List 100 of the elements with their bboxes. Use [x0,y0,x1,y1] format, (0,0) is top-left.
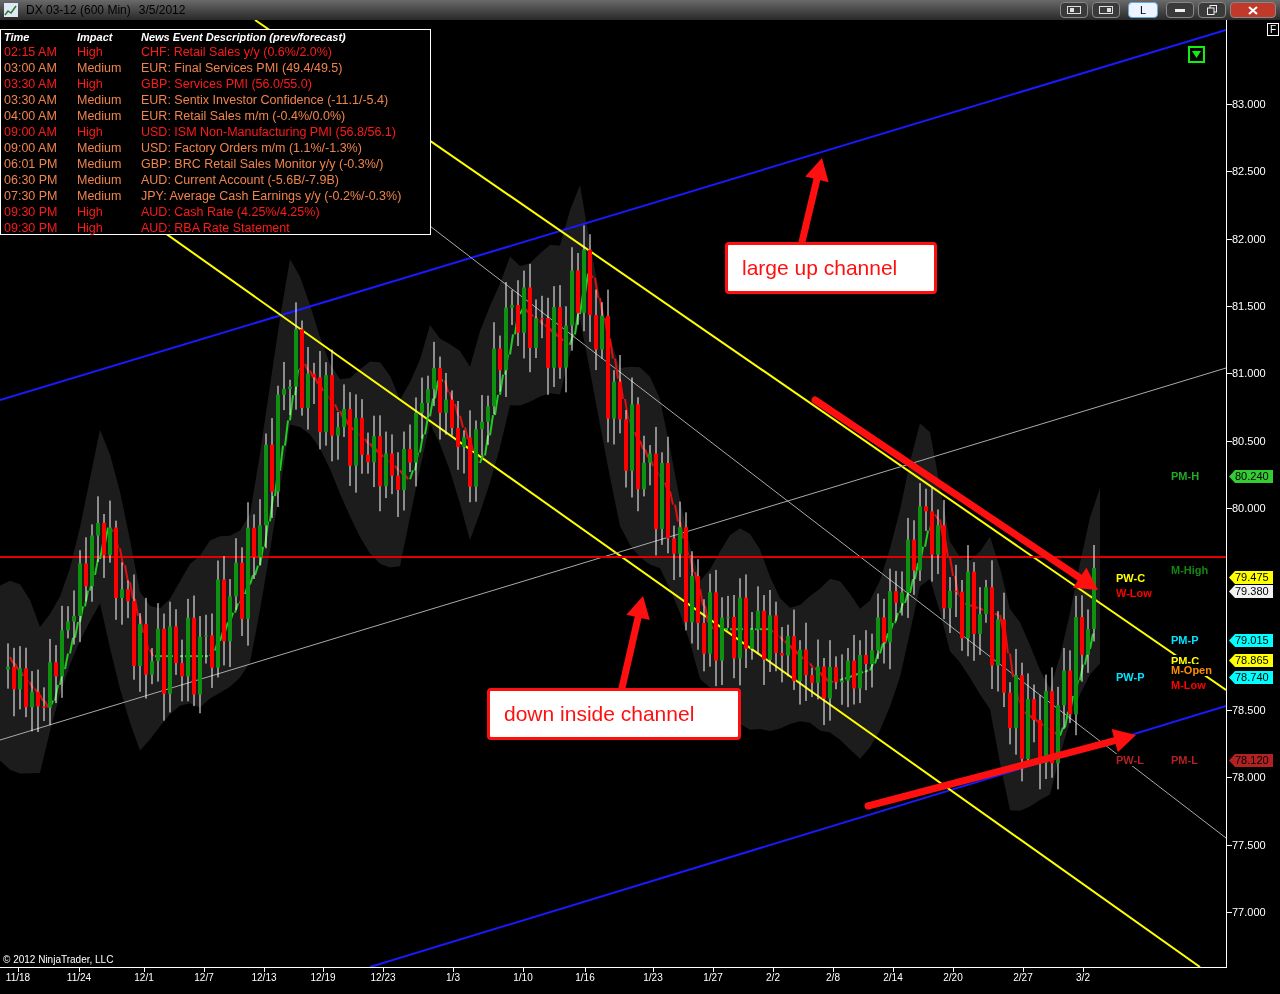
table-cell: EUR: Final Services PMI (49.4/49.5) [141,60,343,76]
table-cell-text: Medium [77,156,123,172]
table-cell-text: 03:00 AM [4,60,58,76]
chart-app-icon [4,3,18,17]
table-cell: AUD: RBA Rate Statement [141,220,290,236]
maximize-button[interactable] [1198,2,1226,18]
sell-signal-icon [1188,46,1205,63]
table-cell-text: 09:00 AM [4,124,58,140]
date-axis-label: 1/23 [643,972,663,984]
date-axis-label: 11/24 [66,972,92,984]
link-window-button[interactable] [1092,2,1120,18]
price-axis-label: 78.000 [1232,771,1266,783]
table-cell: GBP: BRC Retail Sales Monitor y/y (-0.3%/) [141,156,384,172]
price-axis-label: 83.000 [1232,98,1266,110]
table-cell: USD: ISM Non-Manufacturing PMI (56.8/56.1) [141,124,396,140]
window-layout-icon [1067,6,1081,14]
axis-mode-button[interactable]: F [1267,23,1279,36]
price-axis-label: 80.500 [1232,435,1266,447]
table-cell: AUD: Cash Rate (4.25%/4.25%) [141,204,320,220]
date-axis-label: 2/2 [766,972,780,984]
close-button[interactable] [1230,2,1276,18]
price-tag: 78.740 [1229,671,1273,684]
table-cell: EUR: Retail Sales m/m (-0.4%/0.0%) [141,108,346,124]
price-tag: 79.475 [1229,571,1273,584]
window-title: DX 03-12 (600 Min) [26,2,131,19]
date-axis-label: 2/14 [883,972,903,984]
table-cell-text: 07:30 PM [4,188,59,204]
price-axis-label: 81.000 [1232,367,1266,379]
date-axis-label: 2/20 [943,972,963,984]
price-tag: 80.240 [1229,470,1273,483]
window-layout-icon [1099,6,1113,14]
table-cell-text: Medium [77,60,123,76]
minimize-button[interactable] [1166,2,1194,18]
table-cell-text: Medium [77,188,123,204]
date-axis-label: 12/1 [134,972,154,984]
minimize-icon [1175,8,1185,12]
date-axis-label: 2/8 [826,972,840,984]
date-axis-label: 1/16 [575,972,595,984]
level-label: PW-P [1116,671,1145,683]
table-cell-text: 04:00 AM [4,108,58,124]
table-cell: CHF: Retail Sales y/y (0.6%/2.0%) [141,44,333,60]
price-axis-label: 77.000 [1232,906,1266,918]
table-cell: EUR: Sentix Investor Confidence (-11.1/-5.4) [141,92,389,108]
table-cell-text: Medium [77,140,123,156]
table-cell-text: High [77,124,104,140]
table-cell-text: High [77,76,104,92]
table-cell-text: High [77,220,104,236]
date-axis-label: 3/2 [1076,972,1090,984]
table-cell-text: 03:30 AM [4,92,58,108]
table-cell-text: 06:30 PM [4,172,59,188]
window-date: 3/5/2012 [138,2,186,19]
table-cell: GBP: Services PMI (56.0/55.0) [141,76,312,92]
mode-button[interactable]: L [1128,2,1158,18]
price-tag: 79.380 [1229,585,1273,598]
price-tag: 79.015 [1229,634,1273,647]
table-cell-text: 09:00 AM [4,140,58,156]
column-header: News Event Description (prev/forecast) [141,31,346,44]
table-cell-text: Medium [77,172,123,188]
date-axis-label: 12/7 [194,972,214,984]
price-axis-label: 81.500 [1232,300,1266,312]
price-axis-label: 80.000 [1232,502,1266,514]
date-axis-label: 11/18 [5,972,31,984]
annotation-box: down inside channel [487,688,741,740]
date-axis-label: 2/27 [1013,972,1033,984]
close-icon [1248,5,1258,15]
table-cell: JPY: Average Cash Earnings y/y (-0.2%/-0.3%) [141,188,402,204]
date-axis-label: 1/3 [446,972,460,984]
table-cell-text: Medium [77,108,123,124]
level-label: PW-C [1116,572,1146,584]
level-label: M-Low [1171,679,1206,691]
price-axis-label: 82.500 [1232,165,1266,177]
level-label: W-Low [1116,587,1152,599]
date-axis-label: 1/10 [513,972,533,984]
level-label: M-High [1171,564,1209,576]
price-axis-label: 82.000 [1232,233,1266,245]
price-tag: 78.865 [1229,654,1273,667]
table-cell-text: 09:30 PM [4,204,59,220]
price-tag: 78.120 [1229,754,1273,767]
date-axis-label: 12/23 [370,972,396,984]
table-cell-text: 06:01 PM [4,156,59,172]
column-header: Time [4,31,31,44]
tile-window-button[interactable] [1060,2,1088,18]
level-label: M-Open [1171,664,1212,676]
level-label: PW-L [1116,754,1144,766]
level-label: PM-H [1171,470,1200,482]
table-cell-text: 03:30 AM [4,76,58,92]
date-axis-label: 1/27 [703,972,723,984]
level-label: PM-L [1171,754,1198,766]
table-cell-text: High [77,204,104,220]
copyright-text: © 2012 NinjaTrader, LLC [3,954,114,966]
date-axis-label: 12/19 [310,972,336,984]
price-axis-label: 78.500 [1232,704,1266,716]
price-axis-label: 77.500 [1232,839,1266,851]
column-header: Impact [77,31,114,44]
table-cell-text: 09:30 PM [4,220,59,236]
restore-icon [1207,5,1217,15]
table-cell-text: Medium [77,92,123,108]
annotation-box: large up channel [725,242,937,294]
table-cell: AUD: Current Account (-5.6B/-7.9B) [141,172,339,188]
level-label: PM-P [1171,634,1199,646]
